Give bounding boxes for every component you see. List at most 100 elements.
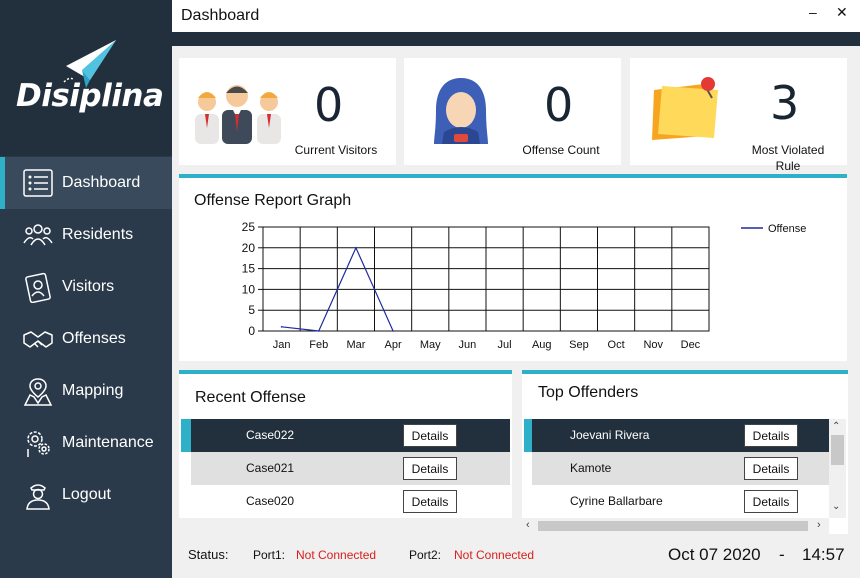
- y-tick-label: 10: [242, 282, 256, 296]
- details-button[interactable]: Details: [744, 490, 798, 513]
- map-pin-icon: [23, 378, 53, 406]
- close-button[interactable]: ✕: [836, 4, 848, 21]
- data-point: [392, 330, 394, 332]
- x-tick-label: Mar: [346, 339, 365, 351]
- stat-card-most-violated: 3 Most Violated Rule: [630, 58, 847, 173]
- offense-count-value: 0: [544, 78, 574, 132]
- x-tick-label: Aug: [532, 339, 552, 351]
- most-violated-label: Most Violated Rule: [751, 143, 825, 173]
- sidebar-item-logout[interactable]: Logout: [0, 469, 172, 521]
- stat-card-visitors: 0 Current Visitors: [179, 58, 396, 165]
- port1-status: Not Connected: [296, 548, 377, 562]
- vertical-scrollbar[interactable]: ⌃ ⌄: [829, 419, 846, 518]
- logo-area: Disiplina: [0, 0, 172, 156]
- details-button[interactable]: Details: [403, 457, 457, 480]
- legend-label: Offense: [768, 223, 806, 235]
- id-card-icon: [25, 272, 51, 303]
- sidebar-item-maintenance[interactable]: Maintenance: [0, 417, 172, 469]
- table-row[interactable]: Cyrine Ballarbare Details: [532, 485, 829, 518]
- header-strip: [172, 32, 860, 46]
- table-row[interactable]: Case021 Details: [191, 452, 510, 485]
- visitors-icon: [195, 85, 281, 144]
- current-visitors-count: 0: [314, 78, 344, 132]
- offender-name: Cyrine Ballarbare: [570, 494, 663, 508]
- x-tick-label: Oct: [608, 339, 625, 351]
- recent-offense-title: Recent Offense: [195, 389, 306, 406]
- minimize-button[interactable]: –: [809, 4, 817, 20]
- current-date: Oct 07 2020: [668, 545, 761, 564]
- brand-logo: Disiplina: [16, 78, 164, 114]
- sidebar-item-label: Dashboard: [62, 174, 141, 191]
- y-tick-label: 5: [248, 303, 255, 317]
- offender-name: Kamote: [570, 461, 612, 475]
- sidebar-item-mapping[interactable]: Mapping: [0, 365, 172, 417]
- sidebar-item-label: Logout: [62, 486, 111, 503]
- data-point: [355, 247, 357, 249]
- sticky-note-icon: [652, 77, 718, 140]
- x-tick-label: Feb: [309, 339, 328, 351]
- details-button[interactable]: Details: [744, 457, 798, 480]
- window-title: Dashboard: [181, 7, 260, 24]
- handshake-icon: [23, 331, 53, 348]
- case-id: Case022: [246, 428, 295, 442]
- y-tick-label: 25: [242, 220, 256, 234]
- current-visitors-label: Current Visitors: [294, 143, 378, 157]
- data-point: [317, 330, 320, 332]
- sidebar-item-label: Visitors: [62, 278, 115, 295]
- most-violated-value: 3: [770, 76, 800, 130]
- port1-label: Port1:: [253, 548, 286, 562]
- sidebar-item-offenses[interactable]: Offenses: [0, 313, 172, 365]
- main-content: 0 Current Visitors 0 Offense Count 3 Mos…: [172, 46, 860, 578]
- table-row[interactable]: Case022 Details: [191, 419, 510, 452]
- details-button[interactable]: Details: [403, 490, 457, 513]
- sidebar-item-residents[interactable]: Residents: [0, 209, 172, 261]
- case-id: Case020: [246, 494, 295, 508]
- officer-icon: [26, 484, 50, 510]
- x-tick-label: Jul: [498, 339, 512, 351]
- scroll-left-arrow-icon[interactable]: ‹: [526, 519, 530, 531]
- sidebar-item-dashboard[interactable]: Dashboard: [0, 157, 172, 209]
- sidebar-item-label: Mapping: [62, 382, 124, 399]
- scroll-down-arrow-icon[interactable]: ⌄: [832, 501, 840, 512]
- port2-label: Port2:: [409, 548, 442, 562]
- x-tick-label: Sep: [569, 339, 589, 351]
- offense-graph-panel: Offense Report Graph 0 5 10 15 20 25 Jan Feb Ma…: [179, 174, 847, 361]
- status-label: Status:: [188, 547, 229, 562]
- offense-line-chart: 0 5 10 15 20 25 Jan Feb Mar Apr May Jun Jul Aug Sep Oc…: [242, 220, 807, 351]
- x-tick-label: Dec: [681, 339, 701, 351]
- y-tick-label: 15: [242, 262, 256, 276]
- current-time: 14:57: [802, 545, 845, 564]
- scroll-right-arrow-icon[interactable]: ›: [817, 519, 821, 531]
- table-row[interactable]: Case020 Details: [191, 485, 510, 518]
- sidebar: Disiplina Dashboard Residents Visitors O…: [0, 0, 172, 578]
- details-button[interactable]: Details: [403, 424, 457, 447]
- table-row[interactable]: Kamote Details: [532, 452, 829, 485]
- table-row[interactable]: Joevani Rivera Details: [532, 419, 829, 452]
- scrollbar-thumb[interactable]: [831, 435, 844, 465]
- y-tick-label: 20: [242, 241, 256, 255]
- y-tick-label: 0: [248, 324, 255, 338]
- scrollbar-thumb[interactable]: [538, 521, 808, 531]
- scroll-up-arrow-icon[interactable]: ⌃: [832, 421, 840, 432]
- horizontal-scrollbar[interactable]: ‹ ›: [522, 518, 829, 534]
- top-offenders-title: Top Offenders: [538, 384, 639, 401]
- row-indicator: [524, 419, 532, 452]
- hooded-offender-icon: [434, 78, 488, 144]
- port2-status: Not Connected: [454, 548, 535, 562]
- x-tick-label: Jun: [459, 339, 477, 351]
- sidebar-nav: Dashboard Residents Visitors Offenses Ma…: [0, 157, 172, 521]
- row-indicator: [181, 419, 191, 452]
- sidebar-item-visitors[interactable]: Visitors: [0, 261, 172, 313]
- x-tick-label: Apr: [385, 339, 402, 351]
- top-offenders-panel: Top Offenders Joevani Rivera Details Kam…: [522, 370, 848, 534]
- offense-count-label: Offense Count: [522, 143, 600, 157]
- date-time-separator: -: [779, 545, 785, 564]
- details-button[interactable]: Details: [744, 424, 798, 447]
- sidebar-item-label: Residents: [62, 226, 134, 243]
- case-id: Case021: [246, 461, 295, 475]
- residents-icon: [23, 224, 53, 246]
- stat-card-offenses: 0 Offense Count: [404, 58, 621, 165]
- x-tick-label: Nov: [643, 339, 663, 351]
- recent-offense-panel: Recent Offense Case022 Details Case021 D…: [179, 370, 512, 518]
- gears-icon: [27, 431, 50, 457]
